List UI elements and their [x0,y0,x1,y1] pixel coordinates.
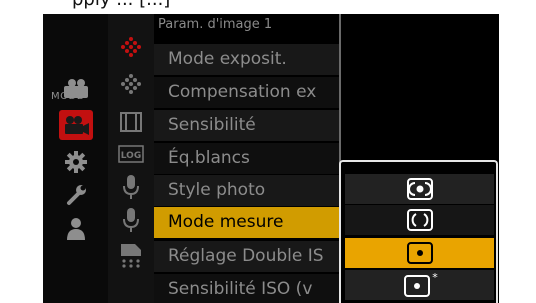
red-dots-icon [121,37,141,57]
sub-tab-column: LOG [108,14,154,303]
person-icon [66,218,85,240]
tab-video[interactable] [43,107,108,143]
metering-mode-popup: * [339,160,498,303]
svg-text:LOG: LOG [121,151,141,161]
menu-item-label: Mode exposit. [168,49,287,69]
subtab-focus[interactable] [108,71,154,97]
column-divider [339,14,341,164]
tab-photo-mode[interactable] [43,69,108,109]
menu-item-label: Éq.blancs [168,148,250,168]
monitor-dots-icon [121,244,141,268]
microphone-icon [123,208,139,232]
tab-my-menu[interactable] [43,213,108,245]
highlight-weighted-metering-icon: * [403,272,438,297]
top-strip-text: pply ... [...] [72,0,170,10]
center-weighted-metering-icon [406,209,433,231]
subtab-film[interactable] [108,110,154,134]
tab-custom[interactable] [43,146,108,178]
menu-item-label: Mode mesure [168,212,284,232]
page-top-strip: pply ... [...] [0,0,536,14]
multi-metering-icon [406,178,433,200]
menu-item-label: Sensibilité [168,115,256,135]
spot-metering-icon [406,242,433,264]
menu-item-eq-blancs[interactable]: Éq.blancs [154,143,340,174]
option-spot-metering[interactable] [345,238,494,268]
main-tab-column: MODE [43,14,108,303]
menu-item-label: Style photo [168,180,266,200]
menu-header: Param. d'image 1 [158,17,273,32]
option-multi-metering[interactable] [345,174,494,204]
menu-item-label: Réglage Double IS [168,246,324,266]
option-center-weighted[interactable] [345,205,494,235]
menu-item-compensation[interactable]: Compensation ex [154,77,340,108]
wrench-icon [66,185,86,205]
menu-item-label: Sensibilité ISO (v [168,279,313,299]
menu-item-label: Compensation ex [168,82,317,102]
gear-icon [64,151,87,173]
menu-item-style-photo[interactable]: Style photo [154,175,340,206]
option-highlight-weighted[interactable]: * [345,270,494,300]
subtab-audio-2[interactable] [108,206,154,234]
menu-item-reglage-double-iso[interactable]: Réglage Double IS [154,241,340,272]
video-camera-icon [58,110,93,140]
log-icon: LOG [118,145,144,163]
microphone-icon [123,175,139,199]
mode-tab-label: MODE [51,91,84,102]
option-marker: * [432,272,438,284]
dots-icon [121,74,141,94]
menu-item-mode-exposit[interactable]: Mode exposit. [154,44,340,75]
camera-menu-screen: MODE LOG Param. d'image 1 Mode exposit. … [43,14,499,303]
menu-item-mode-mesure[interactable]: Mode mesure [154,207,340,238]
menu-item-sensibilite-iso-video[interactable]: Sensibilité ISO (v [154,274,340,303]
film-strip-icon [120,112,142,132]
tab-setup[interactable] [43,179,108,211]
subtab-audio[interactable] [108,173,154,201]
subtab-monitor[interactable] [108,241,154,271]
subtab-log[interactable]: LOG [108,142,154,166]
menu-item-sensibilite[interactable]: Sensibilité [154,110,340,141]
subtab-image-settings[interactable] [108,34,154,60]
